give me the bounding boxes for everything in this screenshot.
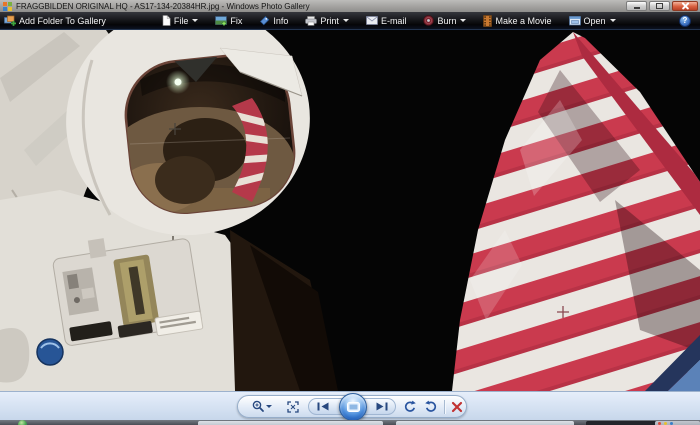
email-label: E-mail — [380, 15, 407, 26]
help-icon: ? — [682, 16, 688, 25]
print-menu-button[interactable]: Print — [305, 16, 349, 26]
system-tray[interactable] — [655, 421, 700, 425]
dropdown-arrow-icon — [192, 19, 199, 22]
dropdown-arrow-icon — [609, 19, 616, 22]
minimize-icon — [633, 7, 640, 9]
playback-control-bar — [237, 393, 467, 421]
rotate-counterclockwise-icon — [404, 400, 416, 412]
email-icon — [366, 16, 378, 25]
print-icon — [305, 15, 318, 26]
zoom-button[interactable] — [250, 396, 274, 417]
taskbar-button[interactable] — [198, 421, 383, 425]
print-menu-label: Print — [320, 15, 339, 26]
windows-photo-gallery-window: { "window": { "title": "FRAGGBILDEN ORIG… — [0, 0, 700, 425]
info-icon — [260, 16, 270, 26]
minimize-button[interactable] — [626, 1, 647, 11]
file-menu-label: File — [173, 15, 189, 26]
control-pane — [0, 391, 700, 421]
magnifier-icon — [252, 400, 264, 412]
fit-to-window-button[interactable] — [284, 396, 302, 417]
info-button[interactable]: Info — [259, 15, 288, 26]
make-a-movie-label: Make a Movie — [495, 15, 552, 26]
window-controls — [626, 1, 698, 11]
help-button[interactable]: ? — [679, 14, 691, 27]
photo-gallery-app-icon — [3, 1, 12, 11]
email-button[interactable]: E-mail — [366, 15, 407, 26]
burn-menu-label: Burn — [437, 15, 457, 26]
file-menu-button[interactable]: File — [162, 15, 199, 26]
windows-taskbar — [0, 420, 700, 425]
make-a-movie-button[interactable]: Make a Movie — [483, 14, 552, 27]
file-icon — [162, 15, 171, 26]
fix-icon — [215, 16, 228, 26]
gallery-toolbar: Add Folder To Gallery File Fix Info Prin… — [0, 12, 700, 30]
fix-label: Fix — [230, 15, 243, 26]
photo-viewer — [0, 4, 700, 391]
window-title: FRAGGBILDEN ORIGINAL HQ - AS17-134-20384… — [16, 1, 310, 11]
burn-menu-button[interactable]: Burn — [423, 15, 467, 26]
rotate-counterclockwise-button[interactable] — [400, 396, 418, 417]
slideshow-icon — [346, 402, 360, 412]
dropdown-arrow-icon — [266, 405, 272, 408]
add-folder-icon — [4, 15, 16, 26]
open-menu-label: Open — [583, 15, 606, 26]
restore-button[interactable] — [649, 1, 670, 11]
delete-button[interactable] — [448, 396, 466, 417]
close-button[interactable] — [672, 1, 698, 11]
start-orb[interactable] — [18, 420, 27, 425]
previous-button[interactable] — [315, 399, 331, 414]
control-bar-divider — [444, 400, 445, 414]
restore-icon — [656, 3, 663, 9]
info-label: Info — [273, 15, 289, 26]
previous-icon — [317, 402, 328, 411]
photo-astronaut-and-flag — [0, 4, 700, 391]
next-button[interactable] — [373, 399, 389, 414]
add-folder-button[interactable]: Add Folder To Gallery — [4, 15, 106, 27]
burn-icon — [423, 15, 435, 26]
open-icon — [568, 16, 581, 26]
close-icon — [681, 2, 690, 10]
dropdown-arrow-icon — [460, 19, 467, 22]
next-icon — [376, 402, 387, 411]
film-strip-icon — [483, 14, 493, 27]
delete-x-icon — [451, 401, 463, 412]
rotate-clockwise-button[interactable] — [422, 396, 440, 417]
rotate-clockwise-icon — [424, 400, 436, 412]
open-menu-button[interactable]: Open — [568, 15, 616, 26]
play-slideshow-button[interactable] — [339, 393, 367, 421]
taskbar-button[interactable] — [396, 421, 574, 425]
add-folder-label: Add Folder To Gallery — [19, 15, 106, 26]
fix-button[interactable]: Fix — [215, 15, 242, 26]
dropdown-arrow-icon — [342, 19, 349, 22]
fit-to-window-icon — [287, 400, 299, 413]
